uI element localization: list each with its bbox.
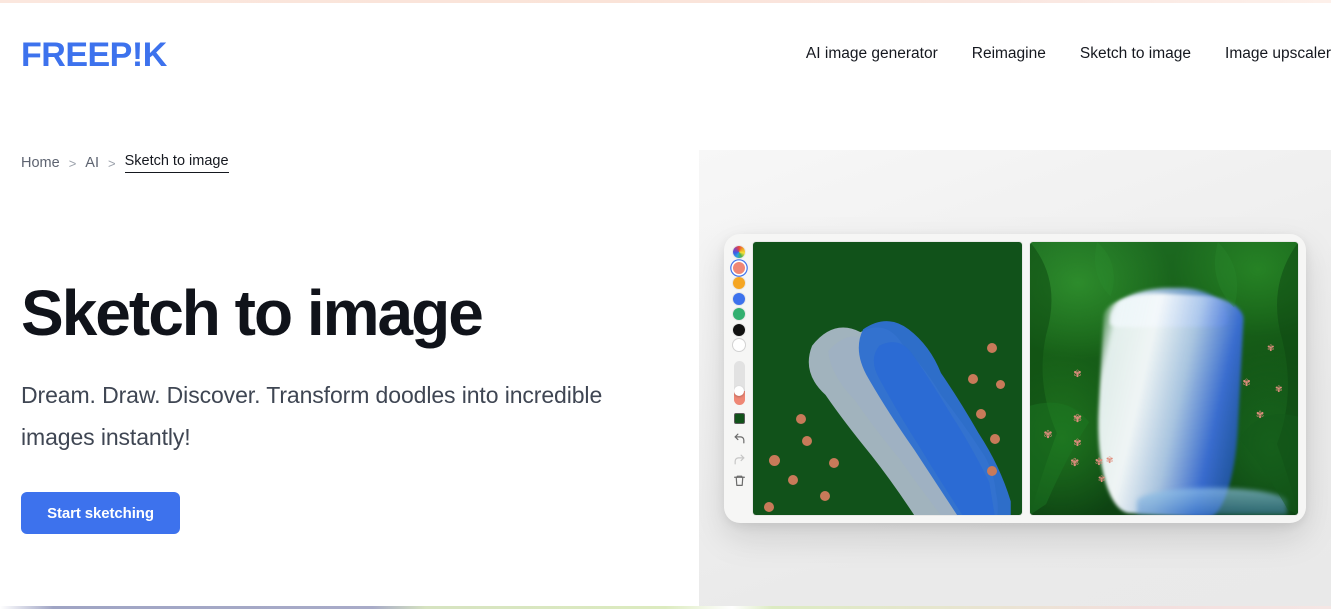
hero-preview-panel: ✾ ✾ ✾ ✾ ✾ ✾ ✾ ✾ ✾ ✾ ✾ ✾ <box>699 150 1331 609</box>
sketch-dot <box>968 373 979 384</box>
page-title: Sketch to image <box>21 277 484 349</box>
nav-reimagine[interactable]: Reimagine <box>955 41 1063 67</box>
color-wheel-swatch[interactable] <box>733 246 745 258</box>
flower-icon: ✾ <box>1073 437 1082 449</box>
breadcrumb-separator-icon: > <box>107 155 116 171</box>
color-preview-swatch[interactable] <box>733 412 745 424</box>
waterfall-cascade <box>1093 290 1245 515</box>
hero-subtitle: Dream. Draw. Discover. Transform doodles… <box>21 382 603 450</box>
white-swatch[interactable] <box>733 339 745 351</box>
flower-icon: ✾ <box>1043 429 1053 442</box>
flower-icon: ✾ <box>1275 383 1283 394</box>
editor-canvases: ✾ ✾ ✾ ✾ ✾ ✾ ✾ ✾ ✾ ✾ ✾ ✾ <box>751 242 1298 515</box>
black-swatch[interactable] <box>733 323 745 336</box>
breadcrumb-item-home[interactable]: Home <box>21 155 60 171</box>
freepik-logo[interactable]: FREEP! K <box>21 36 167 74</box>
tablet-device-mockup: ✾ ✾ ✾ ✾ ✾ ✾ ✾ ✾ ✾ ✾ ✾ ✾ <box>724 234 1306 523</box>
flower-icon: ✾ <box>1073 369 1082 381</box>
logo-text: FREEP <box>21 36 132 74</box>
redo-icon <box>733 453 746 466</box>
top-accent-line <box>0 0 1331 3</box>
sketch-dot <box>828 458 839 469</box>
brush-size-slider[interactable] <box>733 360 745 405</box>
editor-toolbar <box>727 242 751 515</box>
undo-icon[interactable] <box>733 432 746 445</box>
hero-left-column: Home > AI > Sketch to image Sketch to im… <box>0 108 699 609</box>
breadcrumb-separator-icon: > <box>68 155 77 171</box>
sketch-dot <box>989 433 1000 444</box>
nav-sketch-to-image[interactable]: Sketch to image <box>1063 41 1208 67</box>
sketch-dot <box>801 436 812 447</box>
breadcrumb-item-current[interactable]: Sketch to image <box>124 153 229 173</box>
flower-icon: ✾ <box>1105 454 1114 465</box>
trash-icon[interactable] <box>733 474 746 487</box>
flower-icon: ✾ <box>1070 456 1080 469</box>
sketch-dot <box>764 501 775 512</box>
result-canvas[interactable]: ✾ ✾ ✾ ✾ ✾ ✾ ✾ ✾ ✾ ✾ ✾ ✾ <box>1029 242 1298 515</box>
sketch-dot <box>788 474 799 485</box>
nav-ai-image-generator[interactable]: AI image generator <box>789 41 955 67</box>
nav-image-upscaler[interactable]: Image upscaler <box>1208 41 1331 67</box>
breadcrumb-item-ai[interactable]: AI <box>85 155 99 171</box>
breadcrumb: Home > AI > Sketch to image <box>21 153 229 173</box>
waterfall-pool <box>1136 487 1288 515</box>
flower-icon: ✾ <box>1072 412 1083 425</box>
flower-icon: ✾ <box>1255 410 1265 422</box>
start-sketching-button[interactable]: Start sketching <box>21 492 180 534</box>
site-header: FREEP! K AI image generator Reimagine Ske… <box>0 0 1331 108</box>
logo-exclamation-icon: ! <box>131 36 143 74</box>
flower-icon: ✾ <box>1266 343 1275 353</box>
orange-swatch[interactable] <box>733 277 745 289</box>
sketch-dot <box>996 379 1006 389</box>
logo-text-tail: K <box>142 36 168 74</box>
flower-icon: ✾ <box>1097 474 1106 485</box>
main-navigation: AI image generator Reimagine Sketch to i… <box>789 41 1331 67</box>
brush-size-slider-handle[interactable] <box>734 385 744 396</box>
sketch-canvas[interactable] <box>753 242 1022 515</box>
flower-icon: ✾ <box>1242 377 1251 389</box>
flower-icon: ✾ <box>1094 456 1104 468</box>
green-swatch[interactable] <box>733 308 745 320</box>
blue-swatch[interactable] <box>733 292 745 305</box>
salmon-swatch[interactable] <box>733 261 745 274</box>
